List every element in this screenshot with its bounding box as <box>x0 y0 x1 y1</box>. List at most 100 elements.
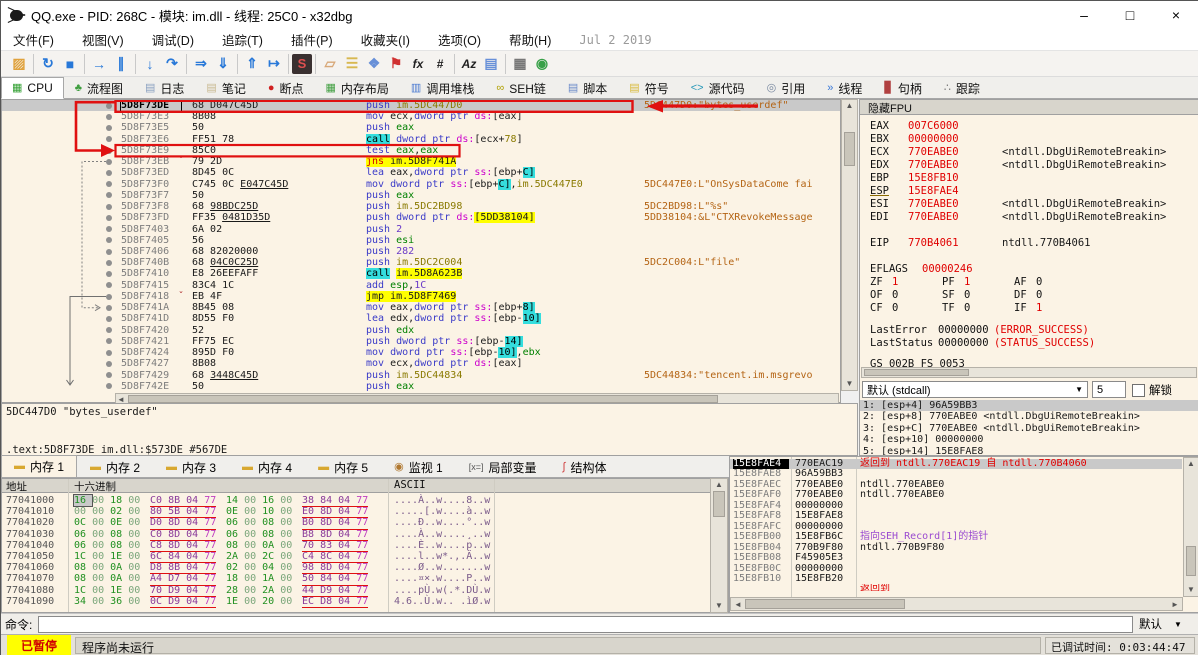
breakpoint-dot[interactable] <box>106 282 112 289</box>
calling-convention-select[interactable]: 默认 (stdcall) ▼ <box>862 381 1088 398</box>
function-icon[interactable]: fx <box>407 54 429 74</box>
tab-dump-2[interactable]: ▬ 内存 2 <box>77 457 153 477</box>
breakpoint-dot[interactable] <box>106 271 112 278</box>
stack-row[interactable]: 返回到 <box>730 584 1182 591</box>
run-icon[interactable]: → <box>88 54 110 74</box>
argument-count-stepper[interactable]: 5 ▲▼ <box>1092 381 1126 398</box>
command-mode-select[interactable]: 默认 ▼ <box>1135 616 1197 633</box>
disasm-row[interactable]: 5D8F73ED 8D45 0C lea eax,dword ptr ss:[ebp… <box>2 167 840 179</box>
unlock-checkbox-row[interactable]: 解锁 <box>1132 382 1172 398</box>
disasm-row[interactable]: 5D8F73F8 68 98BDC25D push im.5DC2BD98 5DC2B… <box>2 201 840 212</box>
disasm-row[interactable]: 5D8F7424 895D F0 mov dword ptr ss:[ebp-10]… <box>2 347 840 359</box>
disasm-row[interactable]: 5D8F7421 FF75 EC push dword ptr ss:[ebp-14… <box>2 335 840 347</box>
tab-references[interactable]: ◎ 引用 <box>756 77 817 98</box>
maximize-button[interactable]: □ <box>1107 1 1153 29</box>
breakpoint-dot[interactable] <box>106 181 112 188</box>
breakpoint-dot[interactable] <box>106 226 112 233</box>
breakpoint-dot[interactable] <box>106 383 112 390</box>
tab-breakpoints[interactable]: ● 断点 <box>257 77 315 98</box>
disasm-row[interactable]: 5D8F73E5 50 push eax <box>2 122 840 133</box>
tab-dump-5[interactable]: ▬ 内存 5 <box>305 457 381 477</box>
tab-graph[interactable]: ♣ 流程图 <box>64 77 134 98</box>
breakpoint-dot[interactable] <box>106 192 112 199</box>
breakpoint-dot[interactable] <box>106 113 112 120</box>
bookmark-icon[interactable]: ⚑ <box>385 54 407 74</box>
tab-seh[interactable]: ∞ SEH链 <box>485 77 557 98</box>
breakpoint-dot[interactable] <box>106 125 112 132</box>
tab-trace[interactable]: ∴ 跟踪 <box>933 77 991 98</box>
disasm-row[interactable]: 5D8F7420 52 push edx <box>2 325 840 336</box>
tab-watch-1[interactable]: ◉ 监视 1 <box>381 457 456 477</box>
step-over-icon[interactable]: ↷ <box>161 54 183 74</box>
hide-fpu-button[interactable]: 隐藏FPU <box>860 100 1198 115</box>
tab-memory-map[interactable]: ▦ 内存布局 <box>315 77 400 98</box>
register-ebp[interactable]: EBP 15E8FB10 <box>860 172 1198 185</box>
dump-row[interactable]: 77041010 00 00 02 00 80 5B 04 77 0E 00 10 0… <box>2 506 728 519</box>
disasm-row[interactable]: 5D8F7418 ˇ EB 4F jmp im.5D8F7469 <box>2 290 840 302</box>
disasm-row[interactable]: 5D8F73E3 8B08 mov ecx,dword ptr ds:[eax] <box>2 111 840 122</box>
disasm-row[interactable]: 5D8F7427 8B08 mov ecx,dword ptr ds:[eax] <box>2 358 840 369</box>
register-esi[interactable]: ESI 770EABE0 <ntdll.DbgUiRemoteBreakin> <box>860 198 1198 211</box>
breakpoint-dot[interactable] <box>106 147 112 154</box>
disasm-row[interactable]: 5D8F7406 68 82020000 push 282 <box>2 246 840 257</box>
menu-item-5[interactable]: 收藏夹(I) <box>361 30 410 49</box>
breakpoint-dot[interactable] <box>106 259 112 266</box>
tab-script[interactable]: ▤ 脚本 <box>557 77 618 98</box>
register-esp[interactable]: ESP 15E8FAE4 <box>860 185 1198 198</box>
breakpoint-dot[interactable] <box>106 349 112 356</box>
registers-pane[interactable]: 隐藏FPU EAX 007C6000 EBX 00000000 ECX 770EABE0 <… <box>859 99 1198 456</box>
highlight-icon[interactable]: ▤ <box>480 54 502 74</box>
disasm-row[interactable]: 5D8F7405 56 push esi <box>2 235 840 246</box>
dump-row[interactable]: 77041060 08 00 0A 00 D8 8B 04 77 02 00 04 0… <box>2 562 728 575</box>
dump-row[interactable]: 77041000 16 00 18 00 C0 8B 04 77 14 00 16 0… <box>2 494 728 508</box>
tab-handles[interactable]: ▊ 句柄 <box>873 77 932 98</box>
stack-row[interactable]: 15E8FB10 15E8FB20 <box>730 573 1182 584</box>
menu-item-4[interactable]: 插件(P) <box>291 30 333 49</box>
globe-icon[interactable]: ◉ <box>531 54 553 74</box>
tab-source[interactable]: <> 源代码 <box>680 77 756 98</box>
breakpoint-dot[interactable] <box>106 214 112 221</box>
disasm-row[interactable]: 5D8F73EB ˇ 79 2D jns im.5D8F741A <box>2 156 840 168</box>
unlock-checkbox[interactable] <box>1132 383 1145 397</box>
open-file-icon[interactable]: ▨ <box>8 54 30 74</box>
memory-dump-pane[interactable]: 地址 十六进制 ASCII 77041000 16 00 18 00 C0 8B 0… <box>1 478 729 613</box>
breakpoint-dot[interactable] <box>106 360 112 367</box>
register-edi[interactable]: EDI 770EABE0 <ntdll.DbgUiRemoteBreakin> <box>860 211 1198 224</box>
dump-row[interactable]: 77041090 34 00 36 00 0C D9 04 77 1E 00 20 0… <box>2 596 728 608</box>
register-eflags[interactable]: EFLAGS 00000246 <box>860 263 1198 276</box>
minimize-button[interactable]: – <box>1061 1 1107 29</box>
run-until-icon[interactable]: ⇑ <box>241 54 263 74</box>
tab-struct[interactable]: ∫ 结构体 <box>549 457 619 477</box>
registers-hscrollbar[interactable] <box>861 367 1197 378</box>
run-to-user-icon[interactable]: ⇒ <box>190 54 212 74</box>
tab-log[interactable]: ▤ 日志 <box>134 77 195 98</box>
tab-notes[interactable]: ▤ 笔记 <box>195 77 256 98</box>
disasm-row[interactable]: 5D8F7415 83C4 1C add esp,1C <box>2 280 840 291</box>
dump-row[interactable]: 77041050 1C 00 1E 00 6C 84 04 77 2A 00 2C 0… <box>2 551 728 564</box>
dump-row[interactable]: 77041080 1C 00 1E 00 70 D9 04 77 28 00 2A 0… <box>2 585 728 597</box>
breakpoint-dot[interactable] <box>106 315 112 322</box>
disasm-row[interactable]: 5D8F7410 E8 26EEFAFF call im.5D8A623B <box>2 268 840 280</box>
breakpoint-dot[interactable] <box>106 102 112 109</box>
register-ebx[interactable]: EBX 00000000 <box>860 133 1198 146</box>
dump-row[interactable]: 77041040 06 00 08 00 C8 8D 04 77 08 00 0A 0… <box>2 540 728 552</box>
breakpoint-dot[interactable] <box>106 327 112 334</box>
register-ecx[interactable]: ECX 770EABE0 <ntdll.DbgUiRemoteBreakin> <box>860 146 1198 159</box>
breakpoint-dot[interactable] <box>106 293 112 300</box>
disassembly-vscrollbar[interactable]: ▲ ▼ <box>841 99 858 391</box>
back-to-user-icon[interactable]: ↦ <box>263 54 285 74</box>
menu-item-7[interactable]: 帮助(H) <box>509 30 551 49</box>
argument-row[interactable]: 5: [esp+14] 15E8FAE8 <box>860 446 1198 455</box>
breakpoint-dot[interactable] <box>106 237 112 244</box>
argument-row[interactable]: 1: [esp+4] 96A59BB3 <box>860 400 1198 412</box>
menu-item-0[interactable]: 文件(F) <box>13 30 54 49</box>
patch-icon[interactable]: ▱ <box>319 54 341 74</box>
disasm-row[interactable]: 5D8F73DE 68 D047C45D push im.5DC447D0 5DC44… <box>2 100 840 113</box>
disasm-row[interactable]: 5D8F740B 68 04C0C25D push im.5DC2C004 5DC2C… <box>2 257 840 268</box>
stack-hscrollbar[interactable]: ◄ ► <box>730 597 1183 611</box>
execute-till-return-icon[interactable]: ⇓ <box>212 54 234 74</box>
disasm-row[interactable]: 5D8F7429 68 3448C45D push im.5DC44834 5DC44… <box>2 370 840 381</box>
breakpoint-dot[interactable] <box>106 338 112 345</box>
disasm-row[interactable]: 5D8F741A 8B45 08 mov eax,dword ptr ss:[ebp… <box>2 302 840 314</box>
command-input[interactable] <box>38 615 1133 633</box>
